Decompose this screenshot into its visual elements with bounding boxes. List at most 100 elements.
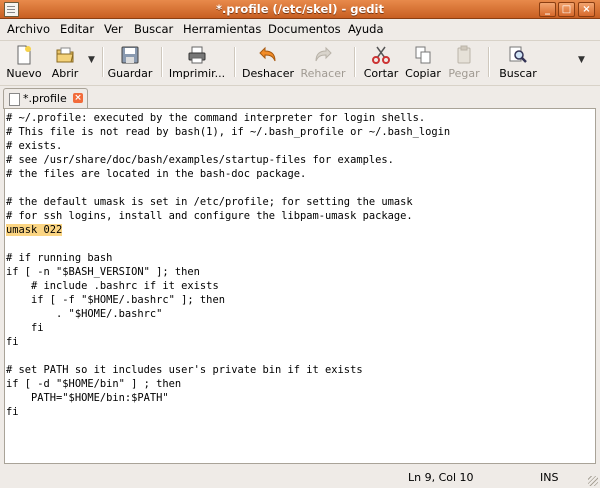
tab-close-icon[interactable]: × [73,93,83,103]
scissors-icon [371,45,391,65]
close-button[interactable]: × [578,2,595,17]
code-content[interactable]: # ~/.profile: executed by the command in… [6,111,450,419]
copy-label: Copiar [405,67,441,80]
code-line[interactable]: if [ -d "$HOME/bin" ] ; then [6,377,450,391]
copy-button[interactable]: Copiar [404,43,442,81]
toolbar-separator [161,47,163,77]
undo-label: Deshacer [241,67,295,80]
code-line-text: # if running bash [6,252,113,264]
document-icon [9,93,20,106]
code-line-text: if [ -d "$HOME/bin" ] ; then [6,378,182,390]
tab-label: *.profile [23,92,67,105]
toolbar-separator [102,47,104,77]
document-tabs: *.profile × [0,86,600,109]
toolbar-separator [234,47,236,77]
code-line[interactable]: # include .bashrc if it exists [6,279,450,293]
undo-arrow-icon [258,45,278,65]
text-editor[interactable]: # ~/.profile: executed by the command in… [4,108,596,464]
code-line[interactable] [6,237,450,251]
redo-arrow-icon [313,45,333,65]
code-line[interactable]: # see /usr/share/doc/bash/examples/start… [6,153,450,167]
insert-mode: INS [540,471,559,484]
menu-editar[interactable]: Editar [60,22,94,36]
title-bar[interactable]: *.profile (/etc/skel) - gedit _ □ × [0,0,600,19]
code-line-text: # ~/.profile: executed by the command in… [6,112,426,124]
toolbar: Nuevo Abrir ▼ Guardar Imprimir... Deshac… [0,40,600,86]
open-folder-icon [55,45,75,65]
search-label: Buscar [499,67,537,80]
code-line-text: # include .bashrc if it exists [6,280,219,292]
code-line[interactable]: # ~/.profile: executed by the command in… [6,111,450,125]
minimize-button[interactable]: _ [539,2,556,17]
window-title: *.profile (/etc/skel) - gedit [216,2,384,16]
menu-herramientas[interactable]: Herramientas [183,22,261,36]
code-line[interactable]: fi [6,405,450,419]
code-line-text: # This file is not read by bash(1), if ~… [6,126,451,138]
code-line[interactable]: # the default umask is set in /etc/profi… [6,195,450,209]
code-line-text: . "$HOME/.bashrc" [6,308,163,320]
toolbar-separator [488,47,490,77]
code-line[interactable]: umask 022 [6,223,450,237]
menu-documentos[interactable]: Documentos [268,22,341,36]
search-icon [508,45,528,65]
cut-label: Cortar [363,67,399,80]
code-line[interactable]: # the files are located in the bash-doc … [6,167,450,181]
code-line-text: # set PATH so it includes user's private… [6,364,363,376]
toolbar-overflow-icon[interactable]: ▼ [578,55,585,65]
code-line-text: umask 022 [6,224,63,236]
paste-label: Pegar [448,67,480,80]
redo-button[interactable]: Rehacer [300,43,346,81]
status-bar: Ln 9, Col 10 INS [0,465,600,488]
code-line-text: # for ssh logins, install and configure … [6,210,413,222]
code-line[interactable]: # for ssh logins, install and configure … [6,209,450,223]
code-line[interactable]: if [ -f "$HOME/.bashrc" ]; then [6,293,450,307]
paste-button[interactable]: Pegar [446,43,482,81]
new-button[interactable]: Nuevo [2,43,46,81]
code-line-text: fi [6,406,19,418]
code-line[interactable] [6,349,450,363]
menu-bar: Archivo Editar Ver Buscar Herramientas D… [0,19,600,39]
code-line[interactable]: # if running bash [6,251,450,265]
code-line-text: if [ -f "$HOME/.bashrc" ]; then [6,294,225,306]
tab-profile[interactable]: *.profile × [3,88,88,109]
cut-button[interactable]: Cortar [360,43,402,81]
code-line-text: # the default umask is set in /etc/profi… [6,196,413,208]
code-line-text: # exists. [6,140,63,152]
maximize-button[interactable]: □ [558,2,575,17]
menu-archivo[interactable]: Archivo [7,22,50,36]
code-line[interactable]: fi [6,335,450,349]
new-document-icon [14,45,34,65]
code-line[interactable] [6,181,450,195]
code-line[interactable]: . "$HOME/.bashrc" [6,307,450,321]
search-button[interactable]: Buscar [494,43,542,81]
code-line-text: if [ -n "$BASH_VERSION" ]; then [6,266,200,278]
menu-ver[interactable]: Ver [104,22,123,36]
code-line-text: fi [6,336,19,348]
menu-buscar[interactable]: Buscar [134,22,173,36]
code-line[interactable]: # exists. [6,139,450,153]
open-button[interactable]: Abrir [48,43,82,81]
code-line-text: # see /usr/share/doc/bash/examples/start… [6,154,394,166]
code-line[interactable]: PATH="$HOME/bin:$PATH" [6,391,450,405]
save-label: Guardar [107,67,153,80]
new-label: Nuevo [6,67,42,80]
code-line-text: fi [6,322,44,334]
code-line-text: # the files are located in the bash-doc … [6,168,307,180]
save-button[interactable]: Guardar [106,43,154,81]
save-floppy-icon [120,45,140,65]
print-button[interactable]: Imprimir... [166,43,228,81]
cursor-position: Ln 9, Col 10 [408,471,474,484]
open-recent-dropdown-icon[interactable]: ▼ [88,55,95,65]
printer-icon [187,45,207,65]
code-line[interactable]: # set PATH so it includes user's private… [6,363,450,377]
undo-button[interactable]: Deshacer [240,43,296,81]
redo-label: Rehacer [300,67,346,80]
toolbar-separator [354,47,356,77]
code-line[interactable]: # This file is not read by bash(1), if ~… [6,125,450,139]
menu-ayuda[interactable]: Ayuda [348,22,384,36]
code-line[interactable]: fi [6,321,450,335]
code-line[interactable]: if [ -n "$BASH_VERSION" ]; then [6,265,450,279]
resize-grip-icon[interactable] [588,476,598,486]
copy-icon [413,45,433,65]
gedit-window: *.profile (/etc/skel) - gedit _ □ × Arch… [0,0,600,488]
